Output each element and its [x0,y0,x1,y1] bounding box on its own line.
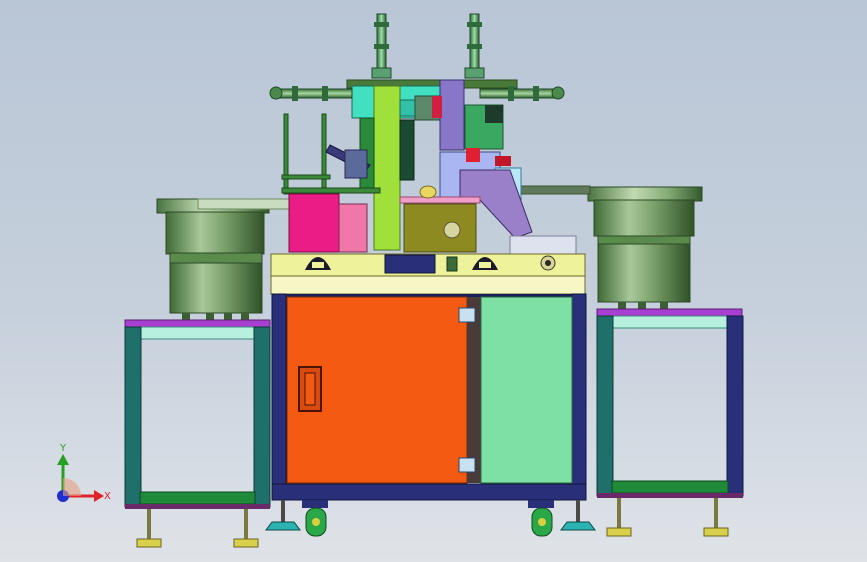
machine-foot [265,500,301,531]
door-hinge-top [458,307,476,323]
x-axis-label: X [104,491,111,502]
leveling-foot [136,509,162,548]
control-knob [446,256,458,272]
right-vertical-cylinder [464,13,485,79]
grey-plate [509,235,577,257]
left-bowl-stand [124,319,271,548]
light-pink-block [338,203,368,253]
pink-bar [399,196,481,204]
machine-foot [560,500,596,531]
bowl-feet [182,313,249,320]
machine-drawing: Y X [57,13,744,548]
gear-wheel [443,221,461,239]
olive-block [403,203,477,253]
gantry-block-lime [373,85,401,251]
caster-wheel [528,500,554,537]
axis-triad: Y X [57,443,111,502]
red-sensor [466,148,480,162]
cabinet-door-right [480,296,573,484]
door-hinge-bottom [458,457,476,473]
bowl-feet [618,302,668,309]
left-vibratory-bowl [156,198,270,320]
cabinet-divider [467,297,481,483]
round-cap [419,185,437,199]
caster-wheel [302,500,328,537]
leveling-foot [606,498,632,537]
leveling-foot [703,498,729,537]
main-cabinet [271,293,587,501]
red-sensor-2 [495,156,511,166]
emergency-button [540,255,556,271]
door-handle [298,366,322,412]
dark-bracket [485,105,503,123]
table-top [270,253,586,295]
leveling-foot [233,509,259,548]
right-vibratory-bowl [587,186,703,309]
inclined-linkage [325,144,371,179]
gantry-column-dark [399,119,415,181]
right-bowl-track [517,185,591,195]
y-axis-label: Y [59,443,67,454]
left-vertical-cylinder [371,13,392,79]
pink-block [288,193,340,253]
right-bowl-stand [596,308,744,537]
red-block [432,96,442,118]
purple-slider [439,79,465,151]
left-horizontal-cylinder [269,86,353,101]
